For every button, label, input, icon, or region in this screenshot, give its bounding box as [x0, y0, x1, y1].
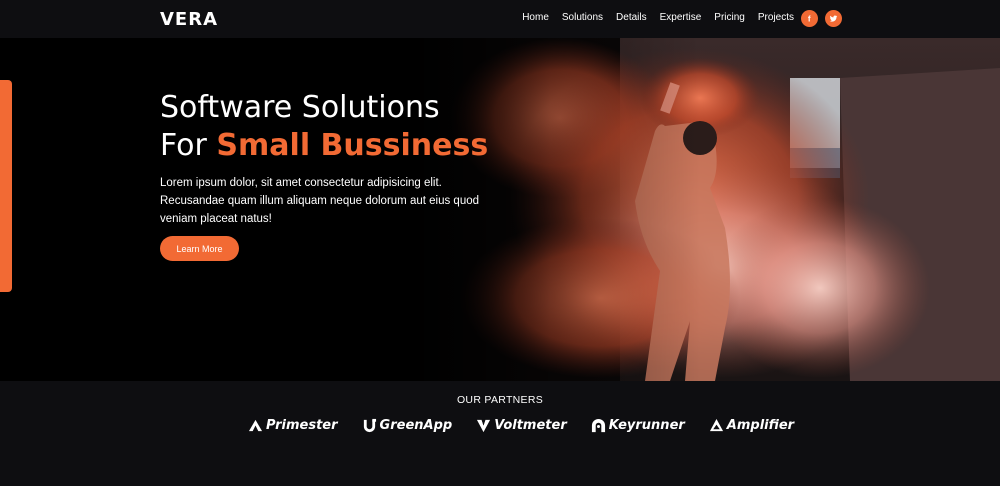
greenapp-logo-icon — [363, 418, 376, 433]
nav-expertise[interactable]: Expertise — [660, 9, 702, 27]
partner-name: Primester — [266, 418, 338, 433]
partner-voltmeter[interactable]: Voltmeter — [476, 418, 567, 433]
hero-title-prefix: For — [160, 128, 217, 163]
hero-section: Software Solutions For Small Bussiness L… — [0, 38, 1000, 381]
svg-text:f: f — [808, 14, 811, 22]
learn-more-button[interactable]: Learn More — [160, 236, 239, 261]
facebook-icon[interactable]: f — [801, 9, 818, 27]
nav-projects[interactable]: Projects — [758, 9, 794, 27]
partners-title: OUR PARTNERS — [456, 394, 544, 406]
brand-logo[interactable]: VERA — [160, 9, 218, 30]
site-header: VERA Home Solutions Details Expertise Pr… — [0, 0, 1000, 38]
nav-pricing[interactable]: Pricing — [714, 9, 745, 27]
side-tab[interactable] — [0, 80, 12, 292]
partner-primester[interactable]: Primester — [248, 418, 338, 433]
nav-solutions[interactable]: Solutions — [562, 9, 603, 27]
partners-section: OUR PARTNERS Primester GreenApp Voltmete… — [0, 381, 1000, 486]
hero-description: Lorem ipsum dolor, sit amet consectetur … — [160, 177, 480, 225]
hero-title-accent: Small Bussiness — [216, 128, 489, 163]
voltmeter-logo-icon — [477, 419, 491, 433]
partner-greenapp[interactable]: GreenApp — [362, 418, 453, 433]
twitter-icon[interactable] — [825, 9, 842, 27]
partner-amplifier[interactable]: Amplifier — [709, 418, 794, 433]
main-nav: Home Solutions Details Expertise Pricing… — [509, 9, 842, 27]
partner-name: Keyrunner — [608, 418, 685, 433]
partner-name: GreenApp — [379, 418, 453, 433]
brand-name[interactable]: VERA — [160, 9, 218, 30]
hero-title-line1: Software Solutions — [160, 90, 440, 125]
nav-home[interactable]: Home — [522, 9, 549, 27]
partner-name: Voltmeter — [494, 418, 567, 433]
partner-keyrunner[interactable]: Keyrunner — [591, 418, 685, 433]
nav-details[interactable]: Details — [616, 9, 647, 27]
keyrunner-logo-icon — [591, 418, 605, 433]
hero-title: Software Solutions For Small Bussiness — [160, 89, 488, 165]
amplifier-logo-icon — [709, 418, 723, 432]
partner-name: Amplifier — [726, 418, 795, 433]
partner-logos: Primester GreenApp Voltmeter Keyrunner A… — [248, 418, 818, 433]
primester-logo-icon — [248, 419, 263, 432]
